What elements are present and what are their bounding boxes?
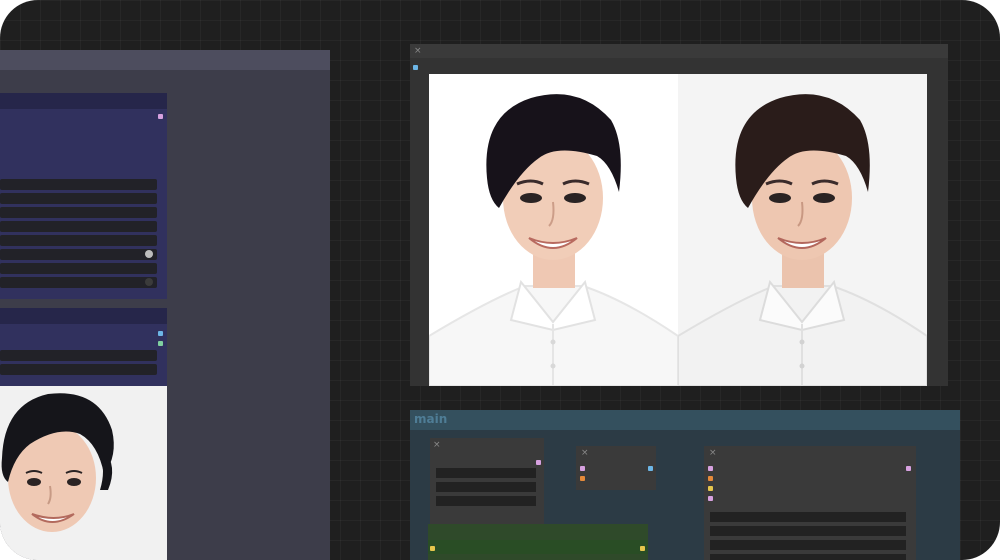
source-image-preview — [0, 386, 167, 560]
node-graph-canvas[interactable]: × main × × × — [0, 0, 1000, 560]
input-port[interactable] — [708, 466, 713, 471]
widget-row[interactable] — [0, 350, 157, 361]
after-portrait-image — [678, 74, 927, 386]
main-group-title: main — [414, 412, 448, 426]
output-port[interactable] — [648, 466, 653, 471]
widget-row[interactable] — [0, 179, 157, 190]
main-group-title-bar[interactable] — [410, 410, 960, 430]
mini-node[interactable]: × — [430, 438, 544, 524]
input-port[interactable] — [580, 476, 585, 481]
close-icon[interactable]: × — [414, 47, 422, 56]
image-compare-node[interactable]: × — [410, 44, 948, 386]
source-portrait-image — [0, 386, 167, 560]
input-port[interactable] — [708, 486, 713, 491]
settings-node[interactable] — [0, 93, 167, 299]
green-node[interactable] — [428, 524, 648, 560]
input-port[interactable] — [413, 65, 418, 70]
output-port[interactable] — [640, 546, 645, 551]
close-icon[interactable]: × — [581, 449, 589, 458]
widget-row[interactable] — [0, 263, 157, 274]
input-port[interactable] — [580, 466, 585, 471]
mini-node[interactable]: × — [704, 446, 916, 560]
widget-row[interactable] — [0, 193, 157, 204]
input-port[interactable] — [708, 496, 713, 501]
widget-row[interactable] — [710, 526, 906, 536]
output-port[interactable] — [906, 466, 911, 471]
before-portrait-image — [429, 74, 678, 386]
widget-row[interactable] — [436, 482, 536, 492]
output-port[interactable] — [158, 341, 163, 346]
widget-row[interactable] — [436, 468, 536, 478]
output-port[interactable] — [536, 460, 541, 465]
mini-node[interactable]: × — [576, 446, 656, 490]
input-port[interactable] — [708, 476, 713, 481]
widget-row[interactable] — [428, 540, 648, 554]
toggle-row[interactable] — [0, 249, 157, 260]
widget-row[interactable] — [0, 235, 157, 246]
widget-row[interactable] — [710, 512, 906, 522]
widget-row[interactable] — [710, 554, 906, 560]
widget-row[interactable] — [0, 221, 157, 232]
toggle-row[interactable] — [0, 277, 157, 288]
close-icon[interactable]: × — [709, 449, 717, 458]
after-image[interactable] — [678, 74, 927, 386]
loader-node[interactable] — [0, 308, 167, 386]
before-image[interactable] — [429, 74, 678, 386]
output-port[interactable] — [158, 114, 163, 119]
output-port[interactable] — [158, 331, 163, 336]
image-compare-node-header[interactable] — [410, 44, 948, 58]
widget-row[interactable] — [710, 540, 906, 550]
widget-row[interactable] — [436, 496, 536, 506]
settings-node-header[interactable] — [0, 93, 167, 109]
widget-row[interactable] — [0, 207, 157, 218]
input-port[interactable] — [430, 546, 435, 551]
close-icon[interactable]: × — [433, 441, 441, 450]
loader-node-header[interactable] — [0, 308, 167, 324]
toggle-off-icon[interactable] — [145, 278, 153, 286]
widget-row[interactable] — [0, 364, 157, 375]
toggle-on-icon[interactable] — [145, 250, 153, 258]
left-group-title-bar[interactable] — [0, 50, 330, 70]
